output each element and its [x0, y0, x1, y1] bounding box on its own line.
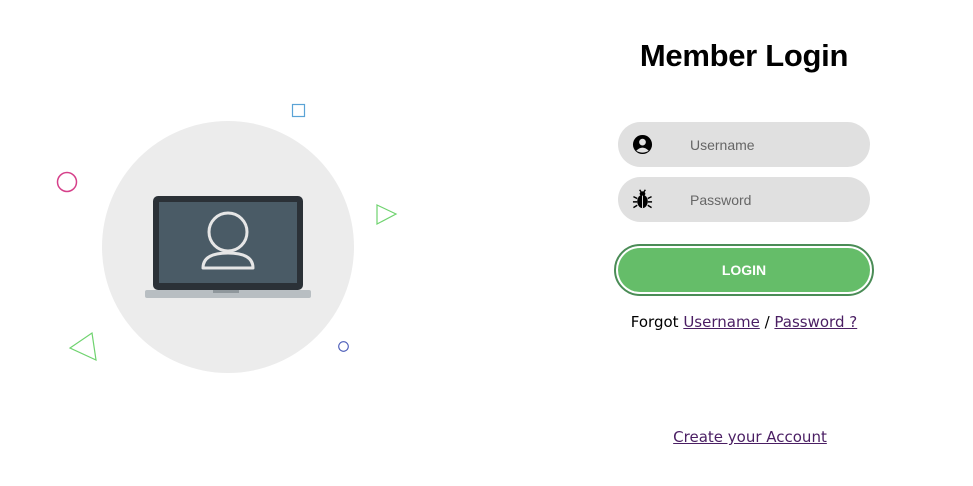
- page-title: Member Login: [639, 38, 849, 73]
- create-account: Create your Account: [640, 428, 860, 446]
- decorative-circle-pink-icon: [56, 171, 78, 193]
- create-account-link[interactable]: Create your Account: [673, 428, 827, 446]
- username-input[interactable]: [690, 122, 860, 167]
- username-field[interactable]: [618, 122, 870, 167]
- forgot-password-link[interactable]: Password ?: [774, 313, 857, 331]
- forgot-separator: /: [764, 313, 770, 331]
- login-illustration: [0, 0, 480, 486]
- decorative-square-blue-icon: [291, 103, 306, 118]
- forgot-prefix: Forgot: [630, 313, 679, 331]
- forgot-credentials: Forgot Username / Password ?: [600, 313, 888, 331]
- decorative-triangle-green-2-icon: [68, 331, 97, 362]
- forgot-username-link[interactable]: Username: [683, 313, 759, 331]
- login-button[interactable]: LOGIN: [614, 244, 874, 296]
- login-button-label: LOGIN: [618, 248, 870, 292]
- decorative-triangle-green-icon: [376, 204, 398, 225]
- password-field[interactable]: [618, 177, 870, 222]
- user-circle-icon: [632, 134, 653, 155]
- password-input[interactable]: [690, 177, 860, 222]
- laptop-user-icon: [145, 196, 311, 298]
- decorative-circle-blue-icon: [338, 341, 349, 352]
- bug-icon: [632, 189, 653, 209]
